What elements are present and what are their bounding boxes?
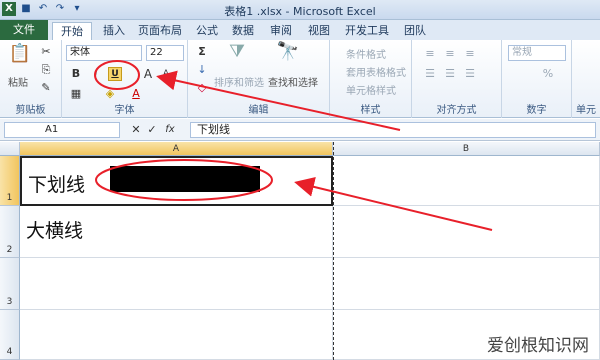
styles-label: 样式 bbox=[360, 105, 381, 116]
number-format-select[interactable]: 常规 bbox=[508, 45, 566, 61]
worksheet-grid: A B 1 下划线 2 大横线 3 4 bbox=[0, 142, 600, 360]
cancel-icon[interactable]: ✕ bbox=[128, 122, 144, 138]
editing-label: 编辑 bbox=[248, 105, 269, 116]
cells-group: 单元 bbox=[572, 40, 600, 118]
shrink-font-button[interactable]: A bbox=[158, 66, 174, 82]
align-top-icon[interactable]: ≡ bbox=[422, 46, 438, 62]
font-name-select[interactable]: 宋体 bbox=[66, 45, 142, 61]
column-header-a[interactable]: A bbox=[20, 142, 333, 156]
ribbon-tabs: 文件 开始 插入 页面布局 公式 数据 审阅 视图 开发工具 团队 bbox=[0, 20, 600, 40]
clipboard-group: 📋 粘贴 ✂ ⎘ ✎ 剪贴板 bbox=[0, 40, 62, 118]
formula-bar: A1 ✕ ✓ fx 下划线 bbox=[0, 119, 600, 141]
italic-button[interactable]: I bbox=[88, 66, 104, 82]
cell-a4[interactable] bbox=[20, 310, 333, 360]
autosum-button[interactable]: Σ bbox=[194, 44, 210, 60]
font-color-button[interactable]: A bbox=[128, 86, 144, 102]
align-middle-icon[interactable]: ≡ bbox=[442, 46, 458, 62]
watermark: 爱创根知识网 bbox=[484, 331, 592, 356]
page-break-line bbox=[333, 142, 334, 360]
cut-icon[interactable]: ✂ bbox=[38, 44, 54, 60]
row-number: 1 bbox=[6, 193, 13, 203]
bold-button[interactable]: B bbox=[68, 66, 84, 82]
tab-page-layout[interactable]: 页面布局 bbox=[134, 22, 186, 40]
tab-developer[interactable]: 开发工具 bbox=[340, 22, 394, 40]
underline-button[interactable]: U bbox=[108, 67, 122, 81]
fill-icon[interactable]: ↓ bbox=[194, 62, 210, 78]
number-label: 数字 bbox=[526, 105, 547, 116]
row-number: 3 bbox=[6, 297, 13, 307]
row-header-2[interactable]: 2 bbox=[0, 206, 20, 258]
tab-insert[interactable]: 插入 bbox=[96, 22, 132, 40]
font-size-select[interactable]: 22 bbox=[146, 45, 184, 61]
tab-view[interactable]: 视图 bbox=[302, 22, 336, 40]
enter-icon[interactable]: ✓ bbox=[144, 122, 160, 138]
copy-icon[interactable]: ⎘ bbox=[38, 62, 54, 78]
grow-font-button[interactable]: A bbox=[140, 66, 156, 82]
clipboard-label: 剪贴板 bbox=[15, 105, 46, 116]
tab-home[interactable]: 开始 bbox=[52, 22, 92, 40]
alignment-label: 对齐方式 bbox=[436, 105, 477, 116]
find-select-icon[interactable]: 🔭 bbox=[276, 43, 300, 68]
cell-b1[interactable] bbox=[333, 156, 600, 206]
formula-input[interactable]: 下划线 bbox=[190, 122, 596, 138]
ribbon: 📋 粘贴 ✂ ⎘ ✎ 剪贴板 宋体 22 B I U A A ▦ ◈ A 字体 … bbox=[0, 40, 600, 118]
row-number: 2 bbox=[6, 245, 13, 255]
select-all-corner[interactable] bbox=[0, 142, 20, 156]
align-bottom-icon[interactable]: ≡ bbox=[462, 46, 478, 62]
row-header-3[interactable]: 3 bbox=[0, 258, 20, 310]
cell-a3[interactable] bbox=[20, 258, 333, 310]
sort-filter-icon[interactable]: ⧩ bbox=[226, 43, 248, 68]
percent-button[interactable]: % bbox=[540, 66, 556, 82]
cell-b3[interactable] bbox=[333, 258, 600, 310]
format-painter-icon[interactable]: ✎ bbox=[38, 80, 54, 96]
window-title: 表格1 .xlsx - Microsoft Excel bbox=[224, 5, 376, 18]
number-group: 常规 % 数字 bbox=[502, 40, 572, 118]
font-group: 宋体 22 B I U A A ▦ ◈ A 字体 bbox=[62, 40, 188, 118]
cell-a2[interactable]: 大横线 bbox=[20, 206, 333, 258]
cell-b2[interactable] bbox=[333, 206, 600, 258]
alignment-group: ≡ ≡ ≡ ☰ ☰ ☰ 对齐方式 bbox=[412, 40, 502, 118]
paste-icon[interactable]: 📋 bbox=[8, 45, 32, 70]
cell-a2-text: 大横线 bbox=[26, 220, 84, 242]
cell-a1[interactable]: 下划线 bbox=[20, 156, 333, 206]
tab-team[interactable]: 团队 bbox=[398, 22, 432, 40]
fill-color-icon[interactable]: ◈ bbox=[102, 86, 118, 102]
tab-review[interactable]: 审阅 bbox=[264, 22, 298, 40]
align-center-icon[interactable]: ☰ bbox=[442, 66, 458, 82]
font-label: 字体 bbox=[114, 105, 135, 116]
row-header-4[interactable]: 4 bbox=[0, 310, 20, 360]
cell-styles-button[interactable]: 单元格样式 bbox=[346, 82, 396, 97]
title-bar: X ■ ↶ ↷ ▾ 表格1 .xlsx - Microsoft Excel bbox=[0, 0, 600, 20]
find-select-button[interactable]: 查找和选择 bbox=[268, 74, 318, 89]
border-icon[interactable]: ▦ bbox=[68, 86, 84, 102]
column-header-b[interactable]: B bbox=[333, 142, 600, 156]
align-right-icon[interactable]: ☰ bbox=[462, 66, 478, 82]
align-left-icon[interactable]: ☰ bbox=[422, 66, 438, 82]
row-header-1[interactable]: 1 bbox=[0, 156, 20, 206]
tab-data[interactable]: 数据 bbox=[226, 22, 260, 40]
row-number: 4 bbox=[6, 347, 13, 357]
tab-formulas[interactable]: 公式 bbox=[190, 22, 224, 40]
paste-button[interactable]: 粘贴 bbox=[8, 74, 28, 89]
name-box[interactable]: A1 bbox=[4, 122, 120, 138]
styles-group: 条件格式 套用表格格式 单元格样式 样式 bbox=[330, 40, 412, 118]
editing-group: Σ ↓ ◇ ⧩ 排序和筛选 🔭 查找和选择 编辑 bbox=[188, 40, 330, 118]
cell-a1-text: 下划线 bbox=[28, 174, 86, 196]
cells-label: 单元 bbox=[576, 105, 596, 116]
conditional-format-button[interactable]: 条件格式 bbox=[346, 46, 386, 61]
tab-file[interactable]: 文件 bbox=[0, 20, 48, 40]
clear-icon[interactable]: ◇ bbox=[194, 80, 210, 96]
redaction-block bbox=[110, 166, 260, 192]
insert-function-button[interactable]: fx bbox=[162, 122, 178, 138]
table-format-button[interactable]: 套用表格格式 bbox=[346, 64, 406, 79]
sort-filter-button[interactable]: 排序和筛选 bbox=[214, 74, 264, 89]
